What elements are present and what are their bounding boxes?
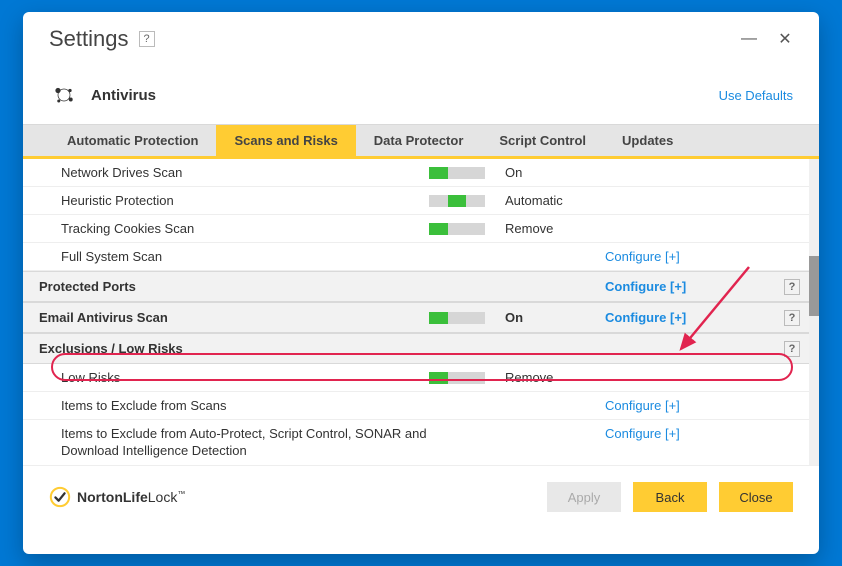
settings-window: Settings ? — ✕ Antivirus Use Defaults Au…: [23, 12, 819, 554]
label-low-risks: Low Risks: [61, 370, 429, 385]
section-header: Antivirus Use Defaults: [23, 52, 819, 124]
title-text: Settings: [49, 26, 129, 52]
scrollbar-thumb[interactable]: [809, 256, 819, 316]
configure-items-exclude-auto[interactable]: Configure [+]: [605, 426, 680, 441]
row-heuristic-protection: Heuristic Protection Automatic: [23, 187, 819, 215]
help-exclusions-low-risks[interactable]: ?: [784, 341, 800, 357]
toggle-tracking-cookies-scan[interactable]: [429, 223, 485, 235]
configure-protected-ports[interactable]: Configure [+]: [605, 279, 686, 294]
tab-scans-and-risks[interactable]: Scans and Risks: [216, 125, 355, 156]
norton-check-icon: [49, 486, 71, 508]
title-help-button[interactable]: ?: [139, 31, 155, 47]
page-title: Settings ?: [49, 26, 155, 52]
configure-full-system-scan[interactable]: Configure [+]: [605, 249, 680, 264]
tab-updates[interactable]: Updates: [604, 125, 691, 156]
back-button[interactable]: Back: [633, 482, 707, 512]
help-email-antivirus-scan[interactable]: ?: [784, 310, 800, 326]
tab-data-protector[interactable]: Data Protector: [356, 125, 482, 156]
row-protected-ports: Protected Ports Configure [+] ?: [23, 271, 819, 302]
use-defaults-link[interactable]: Use Defaults: [719, 88, 793, 103]
toggle-network-drives-scan[interactable]: [429, 167, 485, 179]
tab-bar: Automatic Protection Scans and Risks Dat…: [23, 124, 819, 159]
label-heuristic-protection: Heuristic Protection: [61, 193, 429, 208]
label-protected-ports: Protected Ports: [39, 279, 429, 294]
row-tracking-cookies-scan: Tracking Cookies Scan Remove: [23, 215, 819, 243]
apply-button: Apply: [547, 482, 621, 512]
minimize-button[interactable]: —: [741, 31, 757, 47]
label-email-antivirus-scan: Email Antivirus Scan: [39, 310, 429, 325]
brand-logo: NortonLifeLock™: [49, 486, 185, 508]
footer-buttons: Apply Back Close: [547, 482, 793, 512]
value-network-drives-scan: On: [505, 165, 605, 180]
brand-text: NortonLifeLock™: [77, 489, 185, 505]
label-network-drives-scan: Network Drives Scan: [61, 165, 429, 180]
section-title: Antivirus: [91, 87, 156, 104]
close-window-button[interactable]: ✕: [777, 31, 793, 47]
row-items-exclude-scans: Items to Exclude from Scans Configure [+…: [23, 392, 819, 420]
value-tracking-cookies-scan: Remove: [505, 221, 605, 236]
row-items-exclude-auto: Items to Exclude from Auto-Protect, Scri…: [23, 420, 819, 465]
value-heuristic-protection: Automatic: [505, 193, 605, 208]
row-low-risks: Low Risks Remove: [23, 364, 819, 392]
antivirus-icon: [49, 80, 79, 110]
label-full-system-scan: Full System Scan: [61, 249, 429, 264]
tab-script-control[interactable]: Script Control: [481, 125, 604, 156]
row-full-system-scan: Full System Scan Configure [+]: [23, 243, 819, 271]
tab-automatic-protection[interactable]: Automatic Protection: [49, 125, 216, 156]
value-email-antivirus-scan: On: [505, 310, 605, 325]
label-items-exclude-auto: Items to Exclude from Auto-Protect, Scri…: [61, 426, 429, 460]
configure-email-antivirus-scan[interactable]: Configure [+]: [605, 310, 686, 325]
label-exclusions-low-risks: Exclusions / Low Risks: [39, 341, 429, 356]
toggle-email-antivirus-scan[interactable]: [429, 312, 485, 324]
section-header-left: Antivirus: [49, 80, 156, 110]
toggle-heuristic-protection[interactable]: [429, 195, 485, 207]
configure-items-exclude-scans[interactable]: Configure [+]: [605, 398, 680, 413]
close-button[interactable]: Close: [719, 482, 793, 512]
row-network-drives-scan: Network Drives Scan On: [23, 159, 819, 187]
footer: NortonLifeLock™ Apply Back Close: [23, 465, 819, 528]
help-protected-ports[interactable]: ?: [784, 279, 800, 295]
titlebar: Settings ? — ✕: [23, 12, 819, 52]
row-exclusions-low-risks: Exclusions / Low Risks ?: [23, 333, 819, 364]
toggle-low-risks[interactable]: [429, 372, 485, 384]
row-email-antivirus-scan: Email Antivirus Scan On Configure [+] ?: [23, 302, 819, 333]
settings-content: Network Drives Scan On Heuristic Protect…: [23, 159, 819, 465]
label-items-exclude-scans: Items to Exclude from Scans: [61, 398, 429, 413]
window-controls: — ✕: [741, 31, 793, 47]
label-tracking-cookies-scan: Tracking Cookies Scan: [61, 221, 429, 236]
value-low-risks: Remove: [505, 370, 605, 385]
